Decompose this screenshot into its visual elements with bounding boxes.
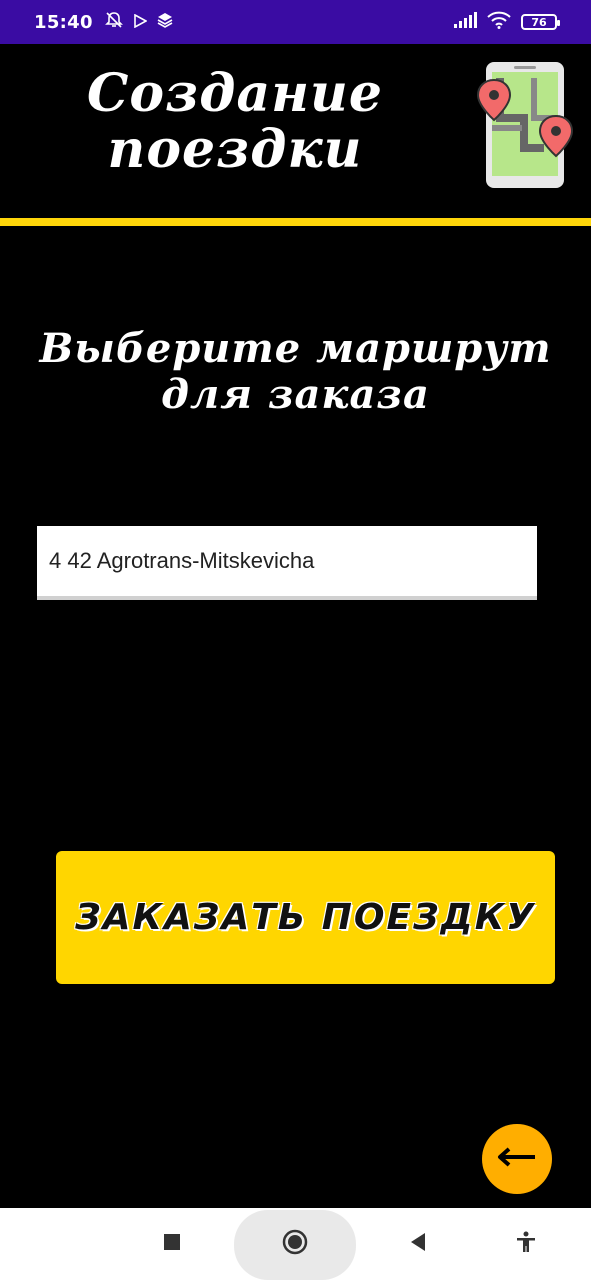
header-divider (0, 218, 591, 226)
layers-icon (157, 12, 173, 32)
status-right-icons: 76 (453, 11, 560, 33)
play-store-icon (133, 13, 148, 32)
back-triangle-icon (408, 1232, 428, 1256)
map-route-phone-icon (474, 58, 574, 190)
nav-back-button[interactable] (398, 1208, 438, 1280)
status-time: 15:40 (34, 11, 93, 33)
status-bar: 15:40 76 (0, 0, 591, 44)
back-button[interactable] (482, 1124, 552, 1194)
accessibility-button[interactable] (506, 1208, 546, 1280)
recents-square-icon (163, 1233, 181, 1255)
home-button[interactable] (275, 1208, 315, 1280)
recents-button[interactable] (152, 1208, 192, 1280)
app-header: Создание поездки (0, 44, 591, 218)
wifi-icon (487, 11, 511, 33)
system-nav-bar (0, 1208, 591, 1280)
status-left-icons (104, 11, 173, 33)
route-select-value: 4 42 Agrotrans-Mitskevicha (49, 548, 315, 573)
route-select[interactable]: 4 42 Agrotrans-Mitskevicha (37, 526, 537, 600)
route-prompt: Выберите маршрут для заказа (39, 325, 552, 418)
signal-icon (453, 12, 477, 32)
notifications-off-icon (104, 11, 123, 33)
order-trip-button[interactable]: ЗАКАЗАТЬ ПОЕЗДКУ (56, 851, 555, 984)
order-trip-button-label: ЗАКАЗАТЬ ПОЕЗДКУ (75, 897, 536, 938)
page-title: Создание поездки (87, 63, 383, 180)
accessibility-icon (514, 1230, 538, 1258)
arrow-left-icon (497, 1146, 537, 1172)
battery-indicator: 76 (521, 14, 560, 30)
battery-level: 76 (531, 15, 547, 29)
home-circle-icon (281, 1228, 309, 1260)
